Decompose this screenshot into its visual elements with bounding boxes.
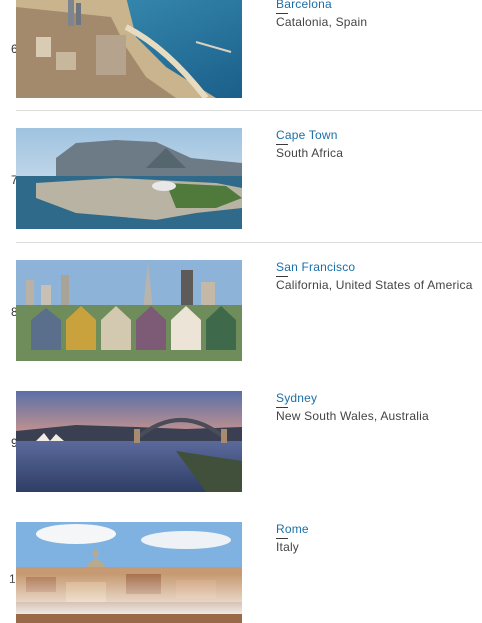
destination-subtitle: New South Wales, Australia <box>276 409 429 423</box>
subtitle-dash <box>276 538 288 539</box>
list-item: 7 Cape Town South Africa <box>0 128 482 229</box>
subtitle-dash <box>276 407 288 408</box>
destination-subtitle: Italy <box>276 540 300 554</box>
destination-title-link[interactable]: San Francisco <box>276 260 355 274</box>
list-item: 6 Barcelona Catalonia, Spain <box>0 0 482 98</box>
destination-title-link[interactable]: Sydney <box>276 391 317 405</box>
rome-photo[interactable] <box>16 522 242 623</box>
sydney-photo[interactable] <box>16 391 242 492</box>
destination-title-link[interactable]: Cape Town <box>276 128 338 142</box>
destination-subtitle: South Africa <box>276 146 344 160</box>
barcelona-photo[interactable] <box>16 0 242 98</box>
destination-subtitle: California, United States of America <box>276 278 473 292</box>
subtitle-dash <box>276 276 288 277</box>
destination-title-link[interactable]: Barcelona <box>276 0 332 11</box>
cape-town-photo[interactable] <box>16 128 242 229</box>
destination-subtitle: Catalonia, Spain <box>276 15 368 29</box>
san-francisco-photo[interactable] <box>16 260 242 361</box>
subtitle-dash <box>276 13 288 14</box>
destination-title-link[interactable]: Rome <box>276 522 309 536</box>
list-item: 8 San Francisco California, United State… <box>0 260 482 361</box>
divider <box>16 110 482 111</box>
destination-list: 6 Barcelona Catalonia, Spain 7 Cape Town… <box>0 0 482 623</box>
list-item: 10 Rome Italy <box>0 522 482 623</box>
subtitle-dash <box>276 144 288 145</box>
list-item: 9 Sydney New South Wales, Australia <box>0 391 482 492</box>
divider <box>16 242 482 243</box>
